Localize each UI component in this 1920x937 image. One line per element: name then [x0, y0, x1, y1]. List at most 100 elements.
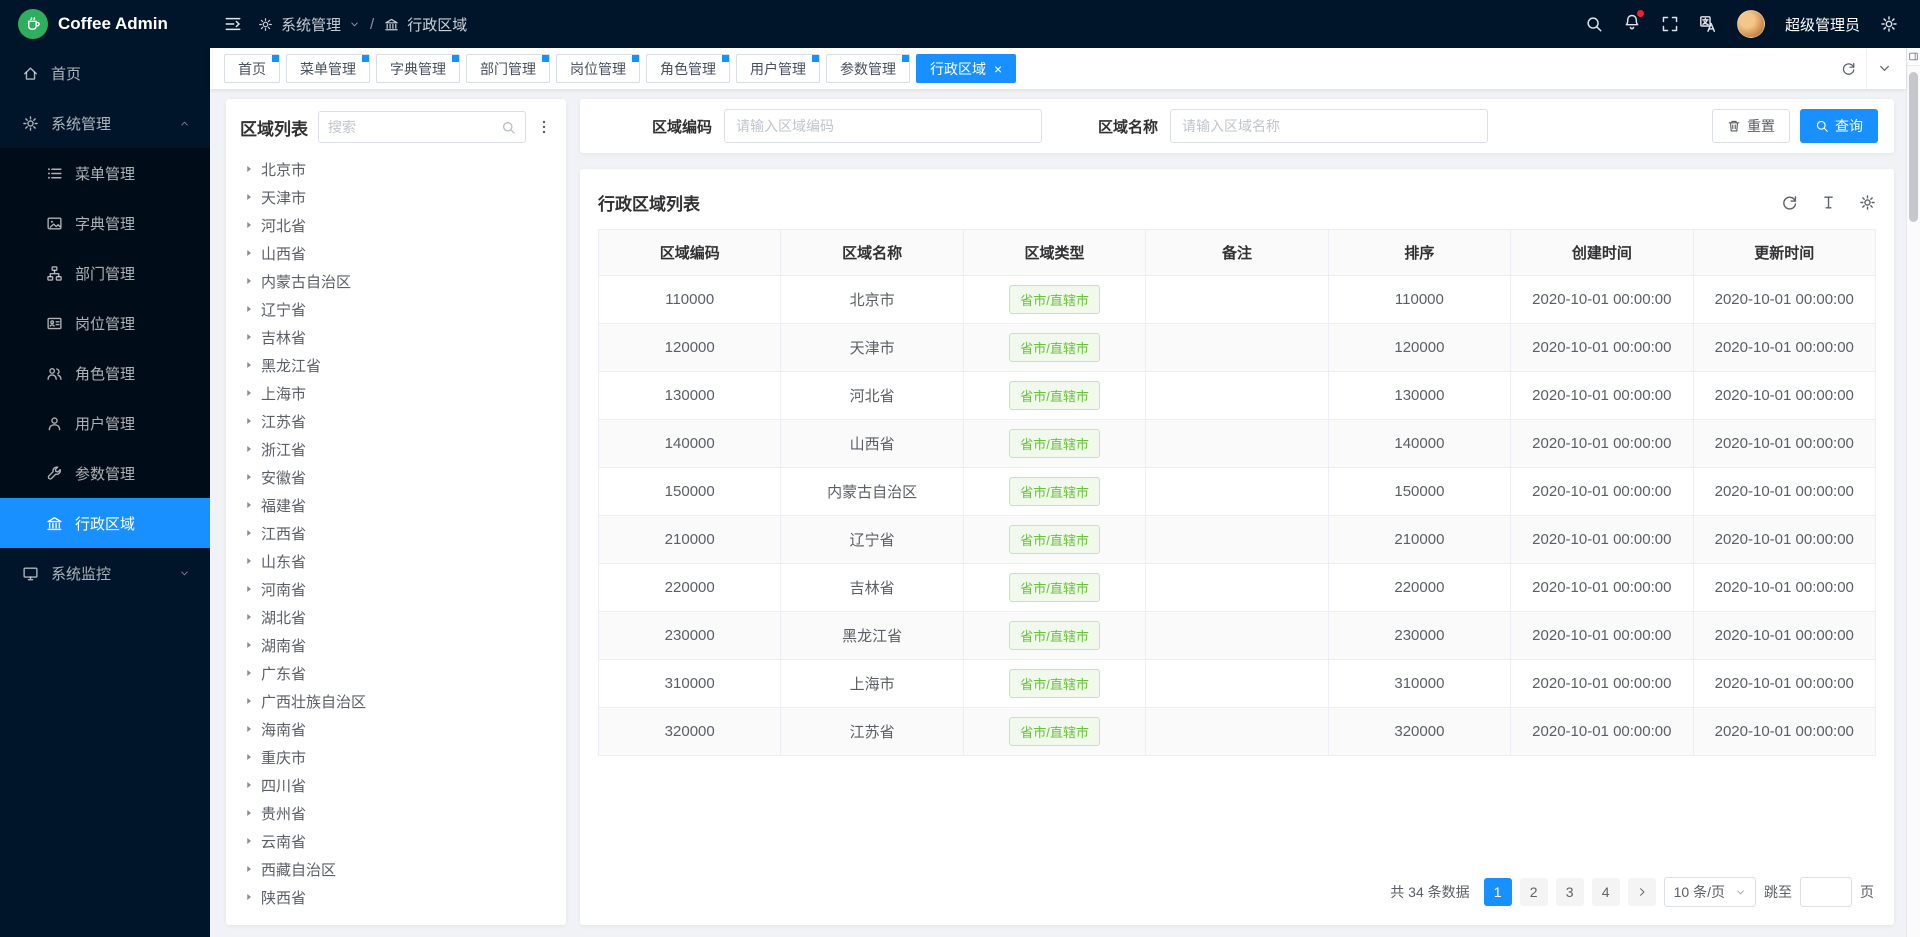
tree-node[interactable]: 山西省 [240, 239, 552, 267]
region-name-input[interactable] [1170, 109, 1488, 143]
caret-right-icon[interactable] [244, 864, 254, 874]
sidebar-item-menu[interactable]: 菜单管理 [0, 148, 210, 198]
caret-right-icon[interactable] [244, 220, 254, 230]
caret-right-icon[interactable] [244, 192, 254, 202]
table-row[interactable]: 210000辽宁省省市/直辖市2100002020-10-01 00:00:00… [599, 516, 1876, 564]
breadcrumb-section[interactable]: 系统管理 [281, 14, 341, 35]
tree-node[interactable]: 云南省 [240, 827, 552, 855]
tree-search-box[interactable] [318, 111, 526, 143]
page-scrollbar[interactable] [1906, 48, 1920, 937]
tab-dict[interactable]: 字典管理 [376, 54, 460, 83]
tree-node[interactable]: 贵州省 [240, 799, 552, 827]
tree-node[interactable]: 黑龙江省 [240, 351, 552, 379]
tree-node[interactable]: 江西省 [240, 519, 552, 547]
table-row[interactable]: 140000山西省省市/直辖市1400002020-10-01 00:00:00… [599, 420, 1876, 468]
sidebar-item-role[interactable]: 角色管理 [0, 348, 210, 398]
tree-node[interactable]: 安徽省 [240, 463, 552, 491]
table-row[interactable]: 220000吉林省省市/直辖市2200002020-10-01 00:00:00… [599, 564, 1876, 612]
next-page-button[interactable] [1628, 878, 1656, 906]
tree-node[interactable]: 陕西省 [240, 883, 552, 911]
caret-right-icon[interactable] [244, 332, 254, 342]
close-icon[interactable]: × [994, 62, 1002, 76]
tab-post[interactable]: 岗位管理 [556, 54, 640, 83]
avatar[interactable] [1737, 10, 1765, 38]
tab-param[interactable]: 参数管理 [826, 54, 910, 83]
tab-role[interactable]: 角色管理 [646, 54, 730, 83]
caret-right-icon[interactable] [244, 752, 254, 762]
tree-node[interactable]: 河北省 [240, 211, 552, 239]
panel-toggle-icon[interactable] [1907, 48, 1920, 66]
tab-region[interactable]: 行政区域× [916, 54, 1016, 83]
tab-options-chevron-icon[interactable] [1866, 48, 1902, 89]
page-size-select[interactable]: 10 条/页 [1664, 877, 1756, 907]
tree-node[interactable]: 北京市 [240, 155, 552, 183]
more-options-icon[interactable] [536, 119, 552, 135]
jump-page-input[interactable] [1800, 877, 1852, 907]
sidebar-item-user[interactable]: 用户管理 [0, 398, 210, 448]
caret-right-icon[interactable] [244, 556, 254, 566]
sidebar-item-dict[interactable]: 字典管理 [0, 198, 210, 248]
caret-right-icon[interactable] [244, 808, 254, 818]
tree-node[interactable]: 广西壮族自治区 [240, 687, 552, 715]
tree-search-input[interactable] [328, 119, 495, 135]
tree-node[interactable]: 海南省 [240, 715, 552, 743]
caret-right-icon[interactable] [244, 612, 254, 622]
query-button[interactable]: 查询 [1800, 109, 1878, 143]
tab-menu[interactable]: 菜单管理 [286, 54, 370, 83]
caret-right-icon[interactable] [244, 668, 254, 678]
sidebar-item-system[interactable]: 系统管理 [0, 98, 210, 148]
density-icon[interactable] [1820, 194, 1837, 211]
refresh-icon[interactable] [1781, 194, 1798, 211]
caret-right-icon[interactable] [244, 528, 254, 538]
page-button-3[interactable]: 3 [1556, 878, 1584, 906]
caret-right-icon[interactable] [244, 640, 254, 650]
caret-right-icon[interactable] [244, 276, 254, 286]
scrollbar-thumb[interactable] [1909, 72, 1918, 222]
caret-right-icon[interactable] [244, 724, 254, 734]
caret-right-icon[interactable] [244, 388, 254, 398]
tree-node[interactable]: 江苏省 [240, 407, 552, 435]
caret-right-icon[interactable] [244, 500, 254, 510]
table-row[interactable]: 320000江苏省省市/直辖市3200002020-10-01 00:00:00… [599, 708, 1876, 756]
reset-button[interactable]: 重置 [1712, 109, 1790, 143]
caret-right-icon[interactable] [244, 248, 254, 258]
table-row[interactable]: 230000黑龙江省省市/直辖市2300002020-10-01 00:00:0… [599, 612, 1876, 660]
sidebar-item-region[interactable]: 行政区域 [0, 498, 210, 548]
tree-node[interactable]: 内蒙古自治区 [240, 267, 552, 295]
tree-node[interactable]: 西藏自治区 [240, 855, 552, 883]
translate-icon[interactable] [1699, 15, 1717, 33]
caret-right-icon[interactable] [244, 892, 254, 902]
sidebar-item-dept[interactable]: 部门管理 [0, 248, 210, 298]
table-row[interactable]: 150000内蒙古自治区省市/直辖市1500002020-10-01 00:00… [599, 468, 1876, 516]
caret-right-icon[interactable] [244, 304, 254, 314]
tree-node[interactable]: 河南省 [240, 575, 552, 603]
tree-node[interactable]: 广东省 [240, 659, 552, 687]
tree-node[interactable]: 湖南省 [240, 631, 552, 659]
column-settings-gear-icon[interactable] [1859, 194, 1876, 211]
tree-node[interactable]: 山东省 [240, 547, 552, 575]
caret-right-icon[interactable] [244, 696, 254, 706]
caret-right-icon[interactable] [244, 164, 254, 174]
tree-node[interactable]: 重庆市 [240, 743, 552, 771]
tree-node[interactable]: 上海市 [240, 379, 552, 407]
fullscreen-icon[interactable] [1661, 15, 1679, 33]
tab-user[interactable]: 用户管理 [736, 54, 820, 83]
tree-node[interactable]: 吉林省 [240, 323, 552, 351]
page-button-4[interactable]: 4 [1592, 878, 1620, 906]
search-icon[interactable] [501, 120, 516, 135]
table-row[interactable]: 120000天津市省市/直辖市1200002020-10-01 00:00:00… [599, 324, 1876, 372]
tab-home[interactable]: 首页 [224, 54, 280, 83]
region-code-input[interactable] [724, 109, 1042, 143]
caret-right-icon[interactable] [244, 360, 254, 370]
tree-node[interactable]: 四川省 [240, 771, 552, 799]
caret-right-icon[interactable] [244, 836, 254, 846]
caret-right-icon[interactable] [244, 780, 254, 790]
sidebar-item-home[interactable]: 首页 [0, 48, 210, 98]
tree-node[interactable]: 天津市 [240, 183, 552, 211]
sidebar-item-post[interactable]: 岗位管理 [0, 298, 210, 348]
caret-right-icon[interactable] [244, 416, 254, 426]
caret-right-icon[interactable] [244, 584, 254, 594]
search-icon[interactable] [1585, 15, 1603, 33]
sidebar-item-monitor[interactable]: 系统监控 [0, 548, 210, 598]
tree-node[interactable]: 辽宁省 [240, 295, 552, 323]
